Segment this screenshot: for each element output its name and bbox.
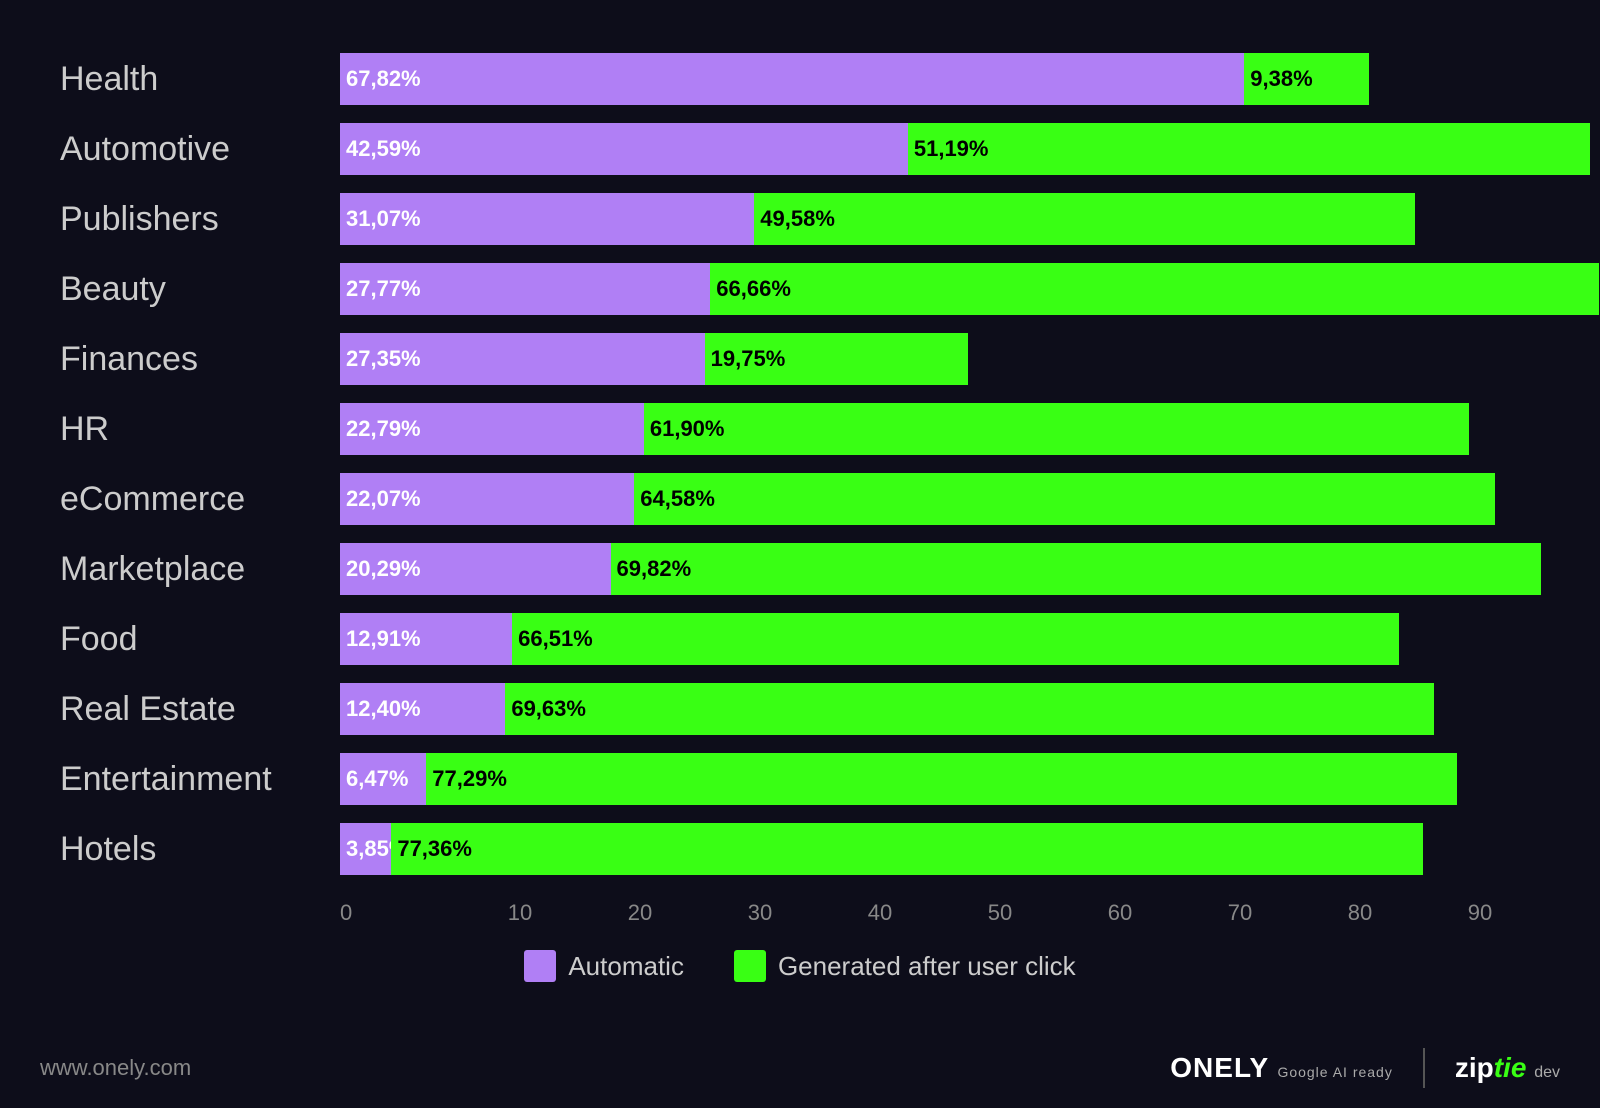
chart-row: HR22,79%61,90% xyxy=(60,400,1540,458)
bar-green: 69,63% xyxy=(505,683,1433,735)
x-axis-tick: 20 xyxy=(580,900,700,926)
x-axis-tick: 40 xyxy=(820,900,940,926)
bar-purple: 12,91% xyxy=(340,613,512,665)
chart-row: Publishers31,07%49,58% xyxy=(60,190,1540,248)
bar-purple: 27,77% xyxy=(340,263,710,315)
legend-generated: Generated after user click xyxy=(734,950,1076,982)
category-label: eCommerce xyxy=(60,480,340,519)
bar-green: 51,19% xyxy=(908,123,1591,175)
footer-logos: ONELY Google AI ready ziptie dev xyxy=(1170,1048,1560,1088)
bar-green: 61,90% xyxy=(644,403,1469,455)
chart-row: Automotive42,59%51,19% xyxy=(60,120,1540,178)
legend-generated-label: Generated after user click xyxy=(778,951,1076,982)
footer-url: www.onely.com xyxy=(40,1055,191,1081)
bars-wrapper: 27,35%19,75% xyxy=(340,333,1540,385)
chart-row: Food12,91%66,51% xyxy=(60,610,1540,668)
ziptie-dev: dev xyxy=(1534,1064,1560,1081)
bars-wrapper: 22,07%64,58% xyxy=(340,473,1540,525)
bar-purple: 27,35% xyxy=(340,333,705,385)
logo-ziptie: ziptie dev xyxy=(1455,1052,1560,1084)
bar-green: 77,36% xyxy=(391,823,1422,875)
chart-row: Beauty27,77%66,66% xyxy=(60,260,1540,318)
category-label: Food xyxy=(60,620,340,659)
onely-subtitle: Google AI ready xyxy=(1277,1064,1392,1080)
chart-row: Entertainment6,47%77,29% xyxy=(60,750,1540,808)
bars-wrapper: 12,40%69,63% xyxy=(340,683,1540,735)
ziptie-zip: zip xyxy=(1455,1052,1494,1083)
bar-purple: 22,07% xyxy=(340,473,634,525)
category-label: Marketplace xyxy=(60,550,340,589)
chart-row: Hotels3,85%77,36% xyxy=(60,820,1540,878)
bar-green: 66,51% xyxy=(512,613,1399,665)
category-label: Finances xyxy=(60,340,340,379)
bar-purple: 6,47% xyxy=(340,753,426,805)
x-axis-tick: 30 xyxy=(700,900,820,926)
x-axis-tick: 80 xyxy=(1300,900,1420,926)
bar-green: 66,66% xyxy=(710,263,1599,315)
bar-green: 49,58% xyxy=(754,193,1415,245)
category-label: Publishers xyxy=(60,200,340,239)
bars-wrapper: 12,91%66,51% xyxy=(340,613,1540,665)
logo-divider xyxy=(1423,1048,1425,1088)
x-axis-tick: 0 xyxy=(340,900,460,926)
bar-green: 77,29% xyxy=(426,753,1457,805)
footer: www.onely.com ONELY Google AI ready zipt… xyxy=(40,1048,1560,1088)
bar-purple: 12,40% xyxy=(340,683,505,735)
legend: Automatic Generated after user click xyxy=(40,950,1560,982)
x-axis-tick: 10 xyxy=(460,900,580,926)
category-label: Health xyxy=(60,60,340,99)
ziptie-tie: tie xyxy=(1494,1052,1527,1083)
x-axis-tick: 50 xyxy=(940,900,1060,926)
bar-purple: 3,85% xyxy=(340,823,391,875)
bars-wrapper: 22,79%61,90% xyxy=(340,403,1540,455)
x-axis-tick: 60 xyxy=(1060,900,1180,926)
bar-purple: 67,82% xyxy=(340,53,1244,105)
legend-green-box xyxy=(734,950,766,982)
category-label: HR xyxy=(60,410,340,449)
bar-purple: 42,59% xyxy=(340,123,908,175)
category-label: Automotive xyxy=(60,130,340,169)
legend-automatic: Automatic xyxy=(524,950,684,982)
bars-wrapper: 20,29%69,82% xyxy=(340,543,1540,595)
chart-area: Health67,82%9,38%Automotive42,59%51,19%P… xyxy=(40,30,1560,890)
chart-row: Health67,82%9,38% xyxy=(60,50,1540,108)
bars-wrapper: 6,47%77,29% xyxy=(340,753,1540,805)
category-label: Real Estate xyxy=(60,690,340,729)
chart-row: Real Estate12,40%69,63% xyxy=(60,680,1540,738)
chart-row: eCommerce22,07%64,58% xyxy=(60,470,1540,528)
bar-green: 69,82% xyxy=(611,543,1542,595)
bars-wrapper: 3,85%77,36% xyxy=(340,823,1540,875)
chart-row: Finances27,35%19,75% xyxy=(60,330,1540,388)
bars-wrapper: 42,59%51,19% xyxy=(340,123,1540,175)
logo-onely: ONELY Google AI ready xyxy=(1170,1052,1393,1084)
x-axis-tick: 70 xyxy=(1180,900,1300,926)
bar-green: 9,38% xyxy=(1244,53,1369,105)
chart-row: Marketplace20,29%69,82% xyxy=(60,540,1540,598)
bar-purple: 31,07% xyxy=(340,193,754,245)
legend-purple-box xyxy=(524,950,556,982)
x-axis-tick: 90 xyxy=(1420,900,1540,926)
category-label: Hotels xyxy=(60,830,340,869)
bars-wrapper: 31,07%49,58% xyxy=(340,193,1540,245)
bar-purple: 22,79% xyxy=(340,403,644,455)
bars-wrapper: 27,77%66,66% xyxy=(340,263,1540,315)
chart-container: Health67,82%9,38%Automotive42,59%51,19%P… xyxy=(40,30,1560,1048)
x-axis: 0102030405060708090 xyxy=(320,900,1560,926)
category-label: Entertainment xyxy=(60,760,340,799)
legend-automatic-label: Automatic xyxy=(568,951,684,982)
bar-green: 64,58% xyxy=(634,473,1495,525)
category-label: Beauty xyxy=(60,270,340,309)
bars-wrapper: 67,82%9,38% xyxy=(340,53,1540,105)
bar-purple: 20,29% xyxy=(340,543,611,595)
bar-green: 19,75% xyxy=(705,333,968,385)
